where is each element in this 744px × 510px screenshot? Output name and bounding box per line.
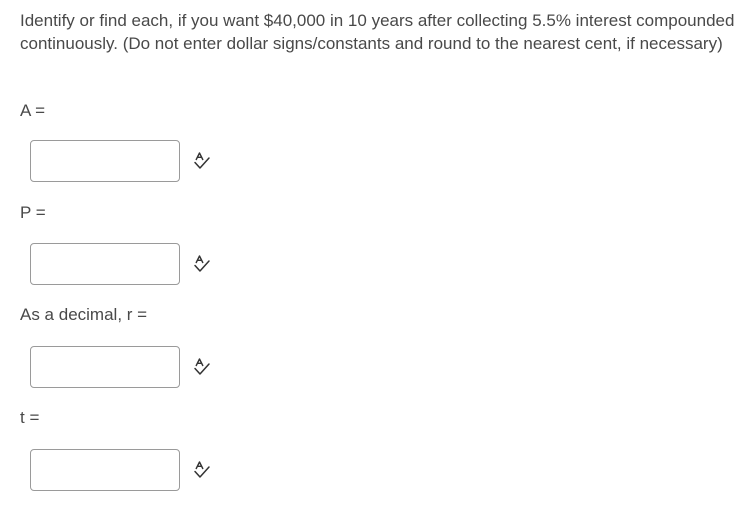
spellcheck-icon[interactable] — [193, 255, 211, 273]
answer-input-p[interactable] — [30, 243, 180, 285]
answer-input-a[interactable] — [30, 140, 180, 182]
spellcheck-icon[interactable] — [193, 152, 211, 170]
field-label-t: t = — [20, 408, 40, 427]
spellcheck-icon[interactable] — [193, 461, 211, 479]
field-label-p: P = — [20, 203, 46, 222]
question-text: Identify or find each, if you want $40,0… — [20, 11, 735, 53]
field-label-a: A = — [20, 101, 46, 120]
spellcheck-icon[interactable] — [193, 358, 211, 376]
field-label-r: As a decimal, r = — [20, 305, 148, 324]
answer-input-r[interactable] — [30, 346, 180, 388]
answer-input-t[interactable] — [30, 449, 180, 491]
